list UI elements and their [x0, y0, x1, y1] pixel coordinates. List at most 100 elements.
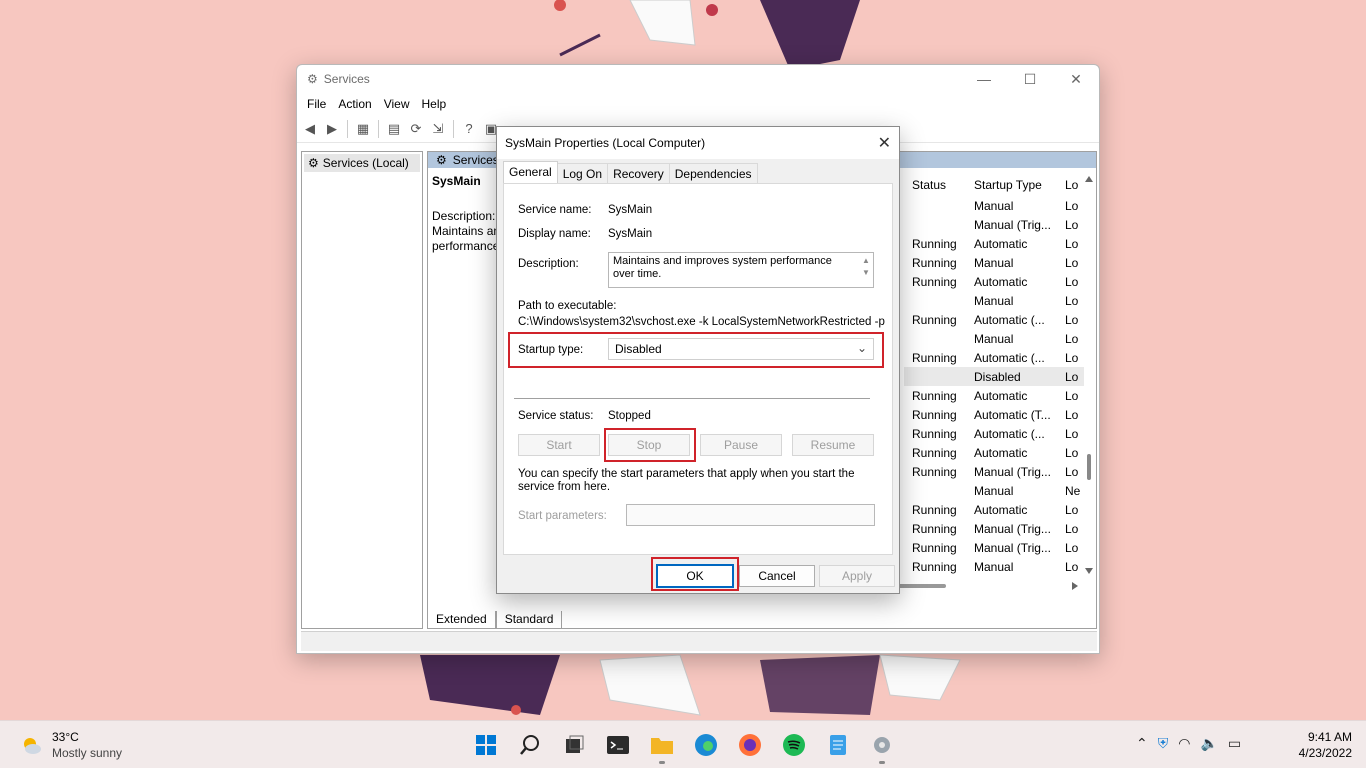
description-box[interactable]: Maintains and improves system performanc… [608, 252, 874, 288]
weather-widget[interactable]: 33°C Mostly sunny [20, 729, 122, 761]
wifi-icon[interactable]: ◠ [1178, 735, 1190, 752]
menu-help[interactable]: Help [416, 97, 453, 111]
status-cell: Running [912, 502, 957, 517]
table-row[interactable]: Manual Lo [904, 291, 1084, 310]
logon-cell: Lo [1065, 198, 1079, 213]
column-header-logon[interactable]: Lo [1065, 178, 1078, 198]
menu-file[interactable]: File [301, 97, 332, 111]
maximize-button[interactable]: ☐ [1007, 65, 1053, 93]
export-list-icon[interactable]: ⇲ [429, 120, 447, 138]
table-row[interactable]: Disabled Lo [904, 367, 1084, 386]
description-scroll-icon[interactable]: ▲ ▼ [861, 255, 871, 279]
start-button[interactable]: Start [518, 434, 600, 456]
table-row[interactable]: Running Automatic (T... Lo [904, 405, 1084, 424]
table-row[interactable]: Running Automatic (... Lo [904, 310, 1084, 329]
security-shield-icon[interactable]: ⛨ [1158, 735, 1169, 752]
logon-cell: Lo [1065, 502, 1079, 517]
search-icon[interactable] [514, 729, 546, 761]
startup-type-cell: Manual (Trig... [974, 521, 1051, 536]
startup-type-cell: Automatic [974, 274, 1028, 289]
status-cell: Running [912, 236, 957, 251]
start-params-input[interactable] [626, 504, 875, 526]
windows-start-icon[interactable] [470, 729, 502, 761]
system-tray: ⌃ ⛨ ◠ 🔈 ▭ [1136, 735, 1241, 752]
dialog-close-icon[interactable]: ✕ [878, 133, 891, 153]
table-row[interactable]: Manual Ne [904, 481, 1084, 500]
startup-type-cell: Automatic [974, 445, 1028, 460]
minimize-button[interactable]: — [961, 65, 1007, 93]
display-name-label: Display name: [518, 228, 591, 240]
general-tab-panel: Service name: SysMain Display name: SysM… [503, 183, 893, 555]
resume-button[interactable]: Resume [792, 434, 874, 456]
table-row[interactable]: Manual Lo [904, 329, 1084, 348]
services-icon[interactable] [866, 729, 898, 764]
volume-icon[interactable]: 🔈 [1200, 735, 1217, 752]
file-explorer-icon[interactable] [646, 729, 678, 764]
spotify-icon[interactable] [778, 729, 810, 761]
services-gear-icon: ⚙ [307, 72, 318, 86]
status-cell: Running [912, 464, 957, 479]
clock[interactable]: 9:41 AM 4/23/2022 [1299, 729, 1352, 761]
startup-type-cell: Manual [974, 255, 1014, 270]
help-icon[interactable]: ? [460, 120, 478, 138]
task-view-icon[interactable] [558, 729, 590, 761]
tree-item-services-local[interactable]: ⚙ Services (Local) [304, 154, 420, 172]
apply-button[interactable]: Apply [819, 565, 895, 587]
refresh-icon[interactable]: ⟳ [407, 120, 425, 138]
description-label: Description: [432, 209, 496, 223]
tab-general[interactable]: General [503, 161, 558, 184]
battery-icon[interactable]: ▭ [1228, 735, 1241, 752]
table-row[interactable]: Running Automatic Lo [904, 272, 1084, 291]
table-row[interactable]: Running Automatic (... Lo [904, 424, 1084, 443]
table-row[interactable]: Running Automatic Lo [904, 500, 1084, 519]
table-row[interactable]: Running Manual Lo [904, 253, 1084, 272]
status-cell: Running [912, 445, 957, 460]
properties-dialog: SysMain Properties (Local Computer) ✕ Ge… [496, 126, 900, 594]
menu-action[interactable]: Action [332, 97, 377, 111]
table-row[interactable]: Manual Lo [904, 196, 1084, 215]
vertical-scrollbar[interactable] [1084, 174, 1094, 576]
startup-type-cell: Manual [974, 483, 1014, 498]
status-cell: Running [912, 540, 957, 555]
forward-arrow-icon[interactable]: ▶ [323, 120, 341, 138]
column-header-status[interactable]: Status [912, 178, 946, 198]
table-row[interactable]: Running Automatic (... Lo [904, 348, 1084, 367]
table-row[interactable]: Running Manual (Trig... Lo [904, 519, 1084, 538]
gear-icon: ⚙ [436, 153, 447, 167]
status-cell: Running [912, 274, 957, 289]
menu-view[interactable]: View [378, 97, 416, 111]
chevron-up-icon[interactable]: ⌃ [1136, 735, 1148, 752]
table-row[interactable]: Running Automatic Lo [904, 386, 1084, 405]
table-row[interactable]: Running Manual (Trig... Lo [904, 462, 1084, 481]
cancel-button[interactable]: Cancel [739, 565, 815, 587]
table-row[interactable]: Running Manual Lo [904, 557, 1084, 576]
properties-icon[interactable]: ▤ [385, 120, 403, 138]
terminal-icon[interactable] [602, 729, 634, 761]
view-tabs: Extended Standard [427, 611, 563, 629]
service-status-value: Stopped [608, 410, 651, 422]
highlight-startup-type [508, 332, 884, 368]
startup-type-cell: Automatic [974, 502, 1028, 517]
weather-condition: Mostly sunny [52, 746, 123, 760]
console-tree-icon[interactable]: ▦ [354, 120, 372, 138]
status-cell: Running [912, 426, 957, 441]
table-row[interactable]: Running Automatic Lo [904, 234, 1084, 253]
notepad-icon[interactable] [822, 729, 854, 761]
description-line-2: performance over time. [432, 239, 500, 253]
menu-bar: File Action View Help [297, 93, 1099, 115]
back-arrow-icon[interactable]: ◀ [301, 120, 319, 138]
edge-icon[interactable] [690, 729, 722, 761]
table-row[interactable]: Running Automatic Lo [904, 443, 1084, 462]
status-cell: Running [912, 559, 957, 574]
status-cell: Running [912, 255, 957, 270]
startup-type-cell: Automatic (... [974, 312, 1045, 327]
table-row[interactable]: Running Manual (Trig... Lo [904, 538, 1084, 557]
table-row[interactable]: Manual (Trig... Lo [904, 215, 1084, 234]
firefox-icon[interactable] [734, 729, 766, 761]
tab-standard[interactable]: Standard [495, 611, 563, 629]
tab-extended[interactable]: Extended [427, 611, 496, 629]
column-header-startup-type[interactable]: Startup Type [974, 178, 1042, 198]
pause-button[interactable]: Pause [700, 434, 782, 456]
console-tree: ⚙ Services (Local) [301, 151, 423, 629]
close-button[interactable]: ✕ [1053, 65, 1099, 93]
